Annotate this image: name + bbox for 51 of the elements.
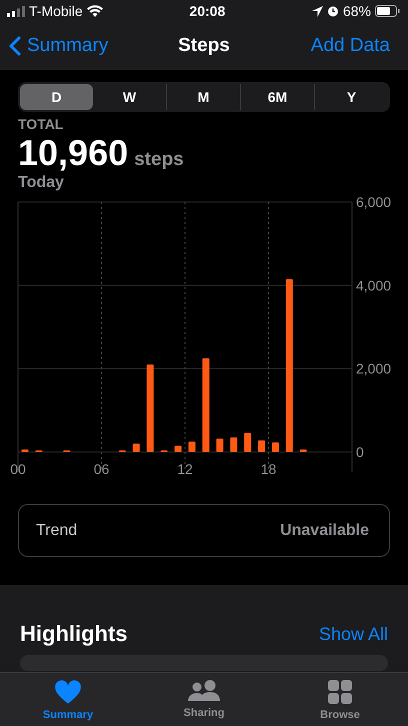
range-tab[interactable]: W xyxy=(93,84,166,110)
total-label: TOTAL xyxy=(18,116,64,132)
alarm-clock-icon xyxy=(326,5,339,17)
chart-bar xyxy=(300,450,307,452)
tab-bar-item[interactable]: Summary xyxy=(23,673,113,726)
chart-bar xyxy=(132,444,140,452)
signal-icon xyxy=(7,6,25,16)
tab-bar-item[interactable]: Sharing xyxy=(159,673,249,726)
trend-value: Unavailable xyxy=(280,522,369,540)
trend-label: Trend xyxy=(36,522,78,540)
x-axis-label: 06 xyxy=(94,461,110,477)
chart-bar xyxy=(188,442,196,452)
chart-bar xyxy=(174,446,182,452)
y-axis-label: 6,000 xyxy=(356,194,392,210)
battery-percent: 68% xyxy=(342,3,371,19)
x-axis-label: 00 xyxy=(10,461,26,477)
y-axis-label: 0 xyxy=(356,444,364,460)
chart-bar xyxy=(272,442,279,452)
chart-bar xyxy=(258,440,266,452)
chart-bar xyxy=(216,438,224,452)
trend-card[interactable]: Trend Unavailable xyxy=(18,504,390,557)
steps-unit: steps xyxy=(134,149,184,171)
grid-icon xyxy=(327,679,353,705)
battery-icon xyxy=(375,5,400,17)
highlights-heading: Highlights xyxy=(20,621,128,647)
range-tab[interactable]: M xyxy=(166,84,240,110)
y-axis-label: 4,000 xyxy=(356,277,392,294)
add-data-button[interactable]: Add Data xyxy=(310,35,390,57)
range-tab[interactable]: Y xyxy=(314,84,388,110)
carrier-name: T-Mobile xyxy=(29,3,83,19)
location-arrow-icon xyxy=(312,6,323,16)
chart-bar xyxy=(230,437,238,452)
range-tab[interactable]: D xyxy=(20,84,93,110)
x-axis-label: 18 xyxy=(260,461,276,477)
chart-bar xyxy=(21,450,28,452)
show-all-link[interactable]: Show All xyxy=(318,624,388,644)
x-axis-label: 12 xyxy=(177,461,193,477)
highlight-card[interactable] xyxy=(20,655,388,671)
period-label: Today xyxy=(18,174,65,192)
back-chevron-icon xyxy=(9,36,21,56)
back-button[interactable]: Summary xyxy=(9,35,108,57)
range-tab[interactable]: 6M xyxy=(240,84,314,110)
wifi-icon xyxy=(86,5,103,17)
heart-icon xyxy=(54,679,82,705)
tab-bar-item[interactable]: Browse xyxy=(295,673,385,726)
page-title: Steps xyxy=(178,35,230,57)
y-axis-label: 2,000 xyxy=(356,360,392,377)
status-time: 20:08 xyxy=(189,3,226,19)
total-steps-value: 10,960 xyxy=(18,132,128,174)
people-icon xyxy=(187,679,221,703)
chart-bar xyxy=(244,432,252,452)
